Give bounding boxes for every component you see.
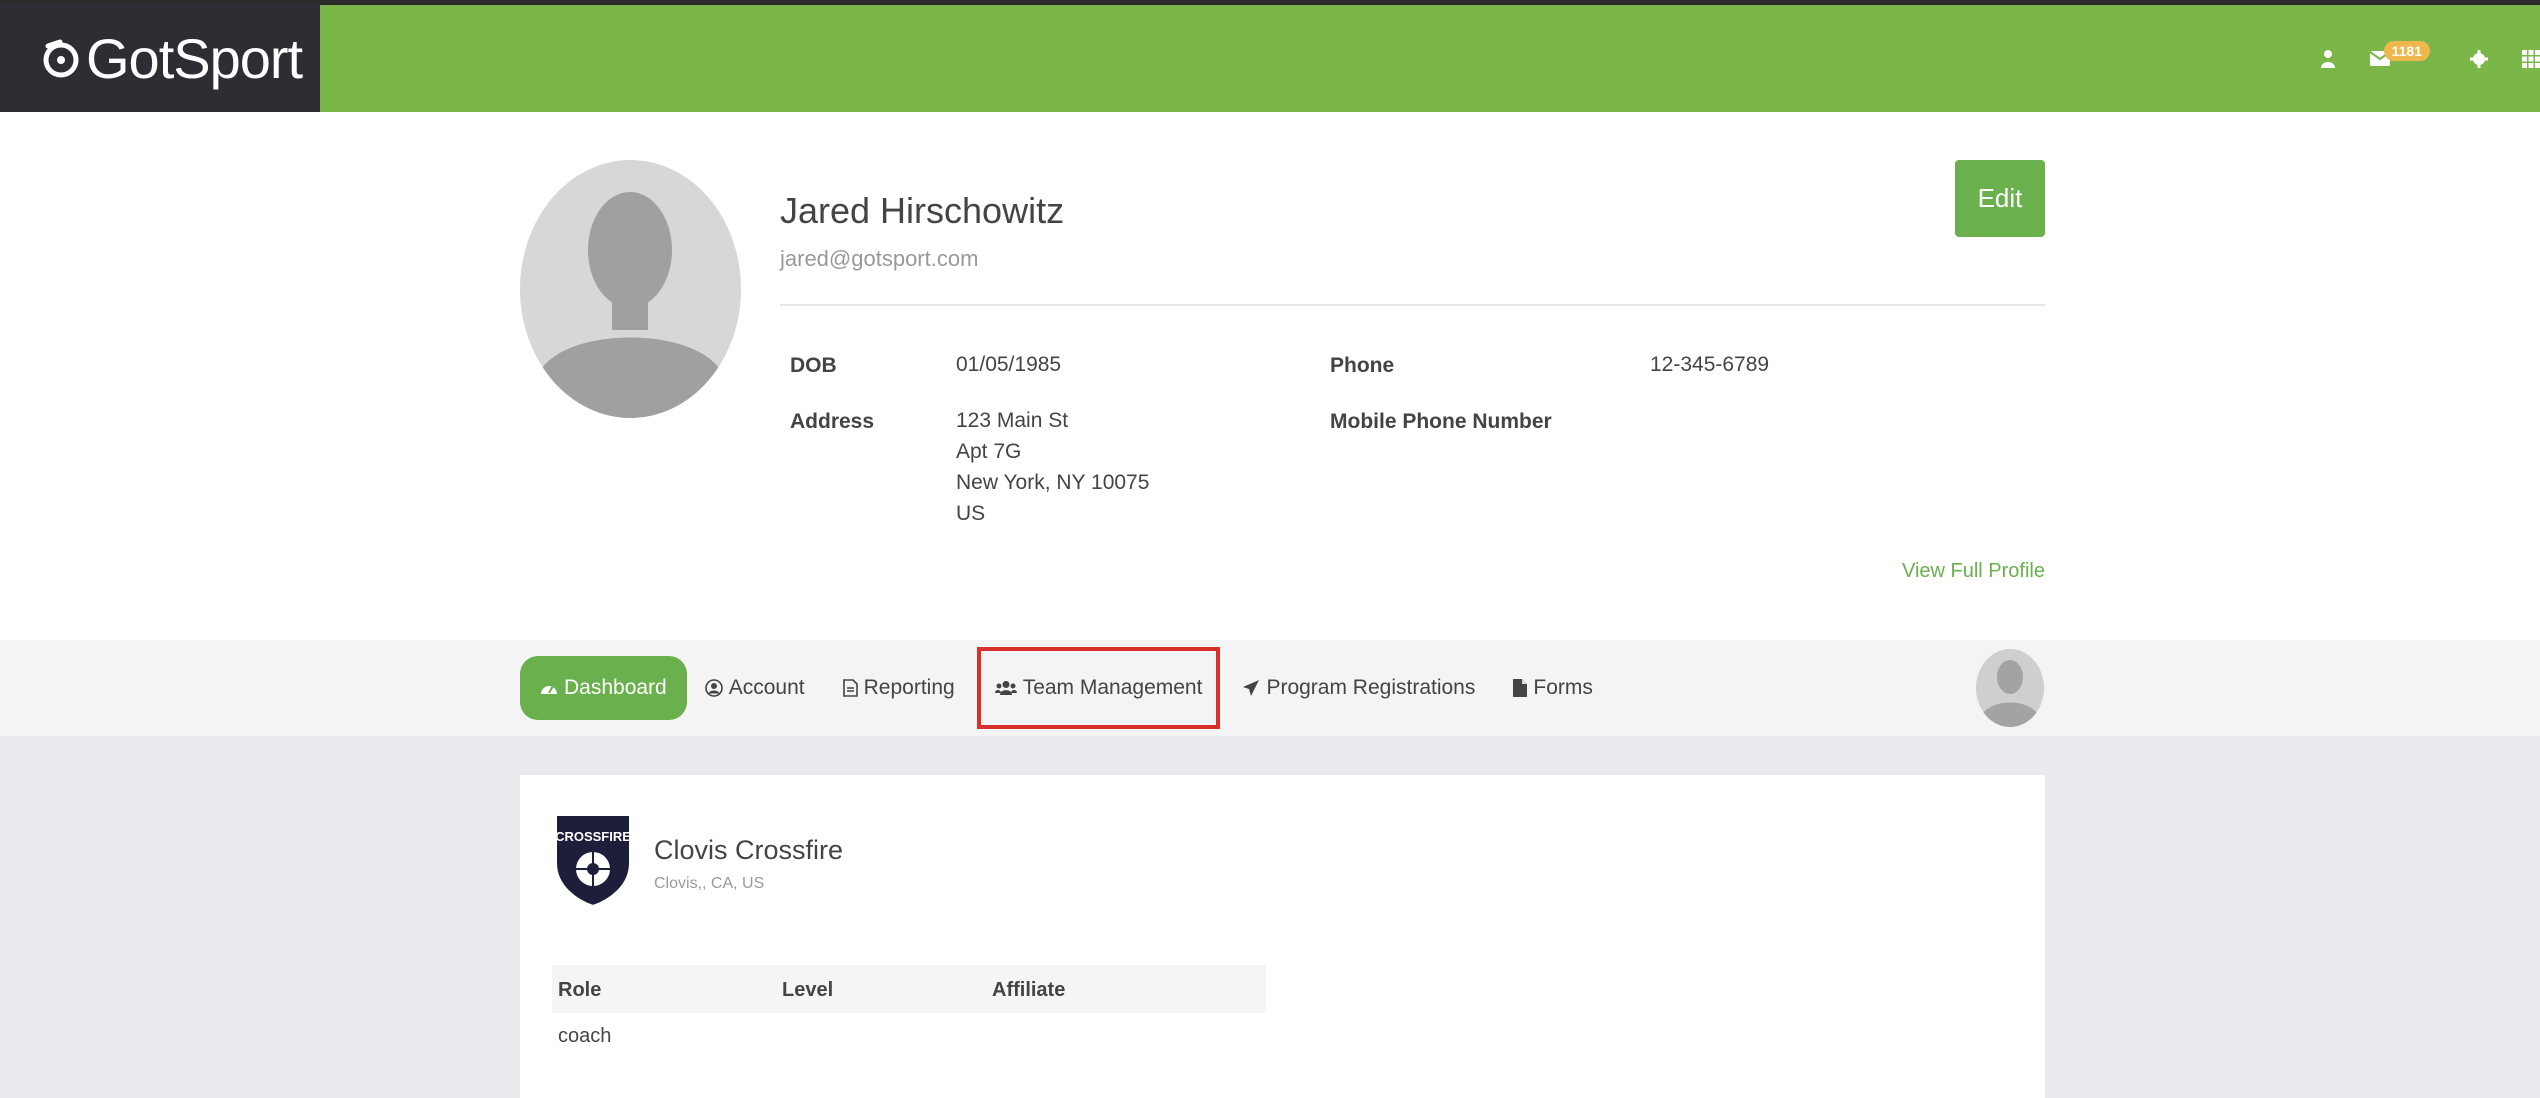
mobile-phone-label: Mobile Phone Number <box>1330 410 1552 433</box>
dashboard-nav: Dashboard Account Reporting Team Managem… <box>520 647 1593 729</box>
club-card: CROSSFIRE Clovis Crossfire Clovis,, CA, … <box>520 775 2045 1098</box>
tab-label: Account <box>728 676 805 699</box>
edit-button[interactable]: Edit <box>1955 160 2045 237</box>
dob-label: DOB <box>790 354 837 377</box>
club-name[interactable]: Clovis Crossfire <box>654 835 843 866</box>
address-value: 123 Main St Apt 7G New York, NY 10075 US <box>956 405 1149 529</box>
tab-label: Team Management <box>1022 676 1203 699</box>
user-avatar[interactable] <box>1976 649 2044 727</box>
address-line: Apt 7G <box>956 440 1022 463</box>
profile-section: Jared Hirschowitz jared@gotsport.com Edi… <box>520 160 2045 600</box>
profile-avatar <box>520 160 741 418</box>
tab-label: Dashboard <box>564 676 667 699</box>
user-circle-icon <box>704 679 723 697</box>
profile-name: Jared Hirschowitz <box>780 190 1065 231</box>
tab-dashboard[interactable]: Dashboard <box>520 656 687 720</box>
column-header-role: Role <box>558 979 602 1001</box>
gotsport-logo[interactable]: GotSport <box>0 5 320 112</box>
address-line: New York, NY 10075 <box>956 471 1150 494</box>
tab-label: Forms <box>1533 676 1593 699</box>
tab-reporting[interactable]: Reporting <box>842 656 955 720</box>
file-text-icon <box>842 679 858 697</box>
role-cell: coach <box>558 1025 612 1047</box>
address-line: US <box>956 502 986 525</box>
phone-value: 12-345-6789 <box>1650 353 1770 376</box>
logo-text: GotSport <box>86 27 303 90</box>
profile-email: jared@gotsport.com <box>780 246 979 271</box>
logo-mark-icon <box>43 39 79 77</box>
tab-program-registrations[interactable]: Program Registrations <box>1242 656 1475 720</box>
address-label: Address <box>790 410 875 433</box>
column-header-affiliate: Affiliate <box>992 979 1066 1001</box>
phone-label: Phone <box>1330 354 1395 377</box>
club-crest-logo: CROSSFIRE <box>555 814 631 907</box>
tab-account[interactable]: Account <box>704 656 805 720</box>
user-icon[interactable] <box>2320 49 2336 69</box>
roles-table-header: Role Level Affiliate <box>552 965 1266 1013</box>
tab-team-management[interactable]: Team Management <box>976 647 1221 729</box>
club-location: Clovis,, CA, US <box>654 875 765 892</box>
profile-divider <box>780 304 2045 306</box>
messages-button[interactable]: 1181 <box>2369 40 2436 69</box>
column-header-level: Level <box>782 979 834 1001</box>
dashboard-nav-band: Dashboard Account Reporting Team Managem… <box>0 640 2540 736</box>
top-bar: GotSport 1181 <box>0 0 2540 112</box>
grid-icon[interactable] <box>2522 49 2540 68</box>
top-icons: 1181 <box>2286 5 2540 112</box>
users-icon <box>994 681 1017 695</box>
dob-value: 01/05/1985 <box>956 353 1062 376</box>
gear-icon[interactable] <box>2470 49 2488 68</box>
crest-text: CROSSFIRE <box>555 829 631 844</box>
file-icon <box>1513 679 1528 697</box>
address-line: 123 Main St <box>956 409 1069 432</box>
message-count-badge: 1181 <box>2383 40 2430 61</box>
tab-label: Program Registrations <box>1266 676 1476 699</box>
paper-plane-icon <box>1243 680 1260 696</box>
tab-label: Reporting <box>863 676 955 699</box>
dashboard-icon <box>541 685 557 694</box>
tab-forms[interactable]: Forms <box>1513 656 1593 720</box>
view-full-profile-link[interactable]: View Full Profile <box>1902 560 2045 583</box>
